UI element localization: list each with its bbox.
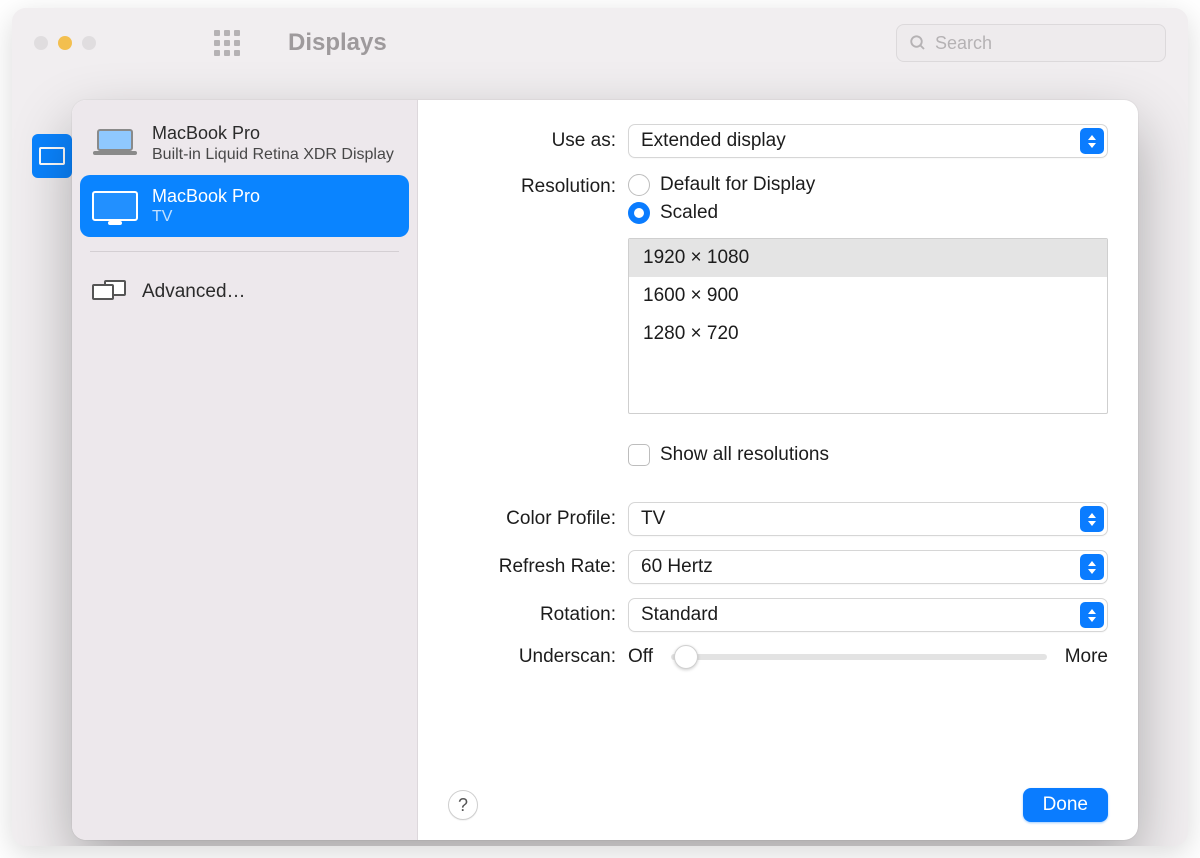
sidebar-display-builtin[interactable]: MacBook Pro Built-in Liquid Retina XDR D… [80, 112, 409, 175]
show-all-label: Show all resolutions [660, 444, 829, 466]
select-stepper-icon [1080, 128, 1104, 154]
display-sub: TV [152, 207, 260, 227]
done-button[interactable]: Done [1023, 788, 1108, 822]
close-window-button[interactable] [34, 36, 48, 50]
rotation-label: Rotation: [448, 604, 628, 626]
display-name: MacBook Pro [152, 122, 394, 145]
done-label: Done [1043, 794, 1088, 815]
radio-default-label: Default for Display [660, 174, 815, 196]
sidebar-display-tv[interactable]: MacBook Pro TV [80, 175, 409, 238]
use-as-value: Extended display [641, 130, 786, 152]
radio-scaled-label: Scaled [660, 202, 718, 224]
resolution-option[interactable]: 1920 × 1080 [629, 239, 1107, 277]
multi-display-icon [92, 280, 128, 304]
search-icon [909, 34, 927, 52]
slider-thumb[interactable] [674, 645, 698, 669]
tv-icon [92, 191, 138, 221]
display-settings-sheet: MacBook Pro Built-in Liquid Retina XDR D… [72, 100, 1138, 840]
color-profile-select[interactable]: TV [628, 502, 1108, 536]
use-as-select[interactable]: Extended display [628, 124, 1108, 158]
help-button[interactable]: ? [448, 790, 478, 820]
advanced-label: Advanced… [142, 281, 246, 303]
select-stepper-icon [1080, 602, 1104, 628]
toolbar: Displays Search [12, 8, 1188, 78]
resolution-option[interactable]: 1280 × 720 [629, 315, 1107, 353]
display-settings-content: Use as: Extended display Resolution: Def… [418, 100, 1138, 840]
advanced-button[interactable]: Advanced… [80, 266, 409, 318]
color-profile-label: Color Profile: [448, 508, 628, 530]
minimize-window-button[interactable] [58, 36, 72, 50]
resolution-radio-scaled[interactable]: Scaled [628, 202, 1108, 224]
select-stepper-icon [1080, 506, 1104, 532]
resolution-option[interactable]: 1600 × 900 [629, 277, 1107, 315]
resolution-label: Resolution: [448, 172, 628, 198]
resolution-radio-default[interactable]: Default for Display [628, 174, 1108, 196]
displays-sidebar: MacBook Pro Built-in Liquid Retina XDR D… [72, 100, 418, 840]
show-all-resolutions-checkbox[interactable]: Show all resolutions [628, 444, 1108, 466]
display-name: MacBook Pro [152, 185, 260, 208]
checkbox-icon [628, 444, 650, 466]
zoom-window-button[interactable] [82, 36, 96, 50]
background-sidebar-displays-item [32, 134, 72, 178]
sidebar-divider [90, 251, 399, 252]
display-sub: Built-in Liquid Retina XDR Display [152, 145, 394, 165]
resolution-list: 1920 × 1080 1600 × 900 1280 × 720 [628, 238, 1108, 414]
rotation-select[interactable]: Standard [628, 598, 1108, 632]
select-stepper-icon [1080, 554, 1104, 580]
use-as-label: Use as: [448, 130, 628, 152]
underscan-label: Underscan: [448, 646, 628, 668]
search-field[interactable]: Search [896, 24, 1166, 62]
help-label: ? [458, 795, 468, 816]
refresh-rate-value: 60 Hertz [641, 556, 713, 578]
color-profile-value: TV [641, 508, 665, 530]
all-settings-button[interactable] [214, 30, 240, 56]
search-placeholder: Search [935, 33, 992, 54]
page-title: Displays [288, 29, 387, 57]
rotation-value: Standard [641, 604, 718, 626]
window-controls [34, 36, 96, 50]
underscan-max-label: More [1065, 646, 1108, 668]
display-icon [39, 147, 65, 165]
radio-icon [628, 174, 650, 196]
radio-icon [628, 202, 650, 224]
underscan-slider[interactable] [671, 654, 1047, 660]
refresh-rate-select[interactable]: 60 Hertz [628, 550, 1108, 584]
refresh-rate-label: Refresh Rate: [448, 556, 628, 578]
underscan-min-label: Off [628, 646, 653, 668]
laptop-icon [92, 129, 138, 157]
system-settings-window: Displays Search MacBook Pro Built-in Liq… [12, 8, 1188, 846]
